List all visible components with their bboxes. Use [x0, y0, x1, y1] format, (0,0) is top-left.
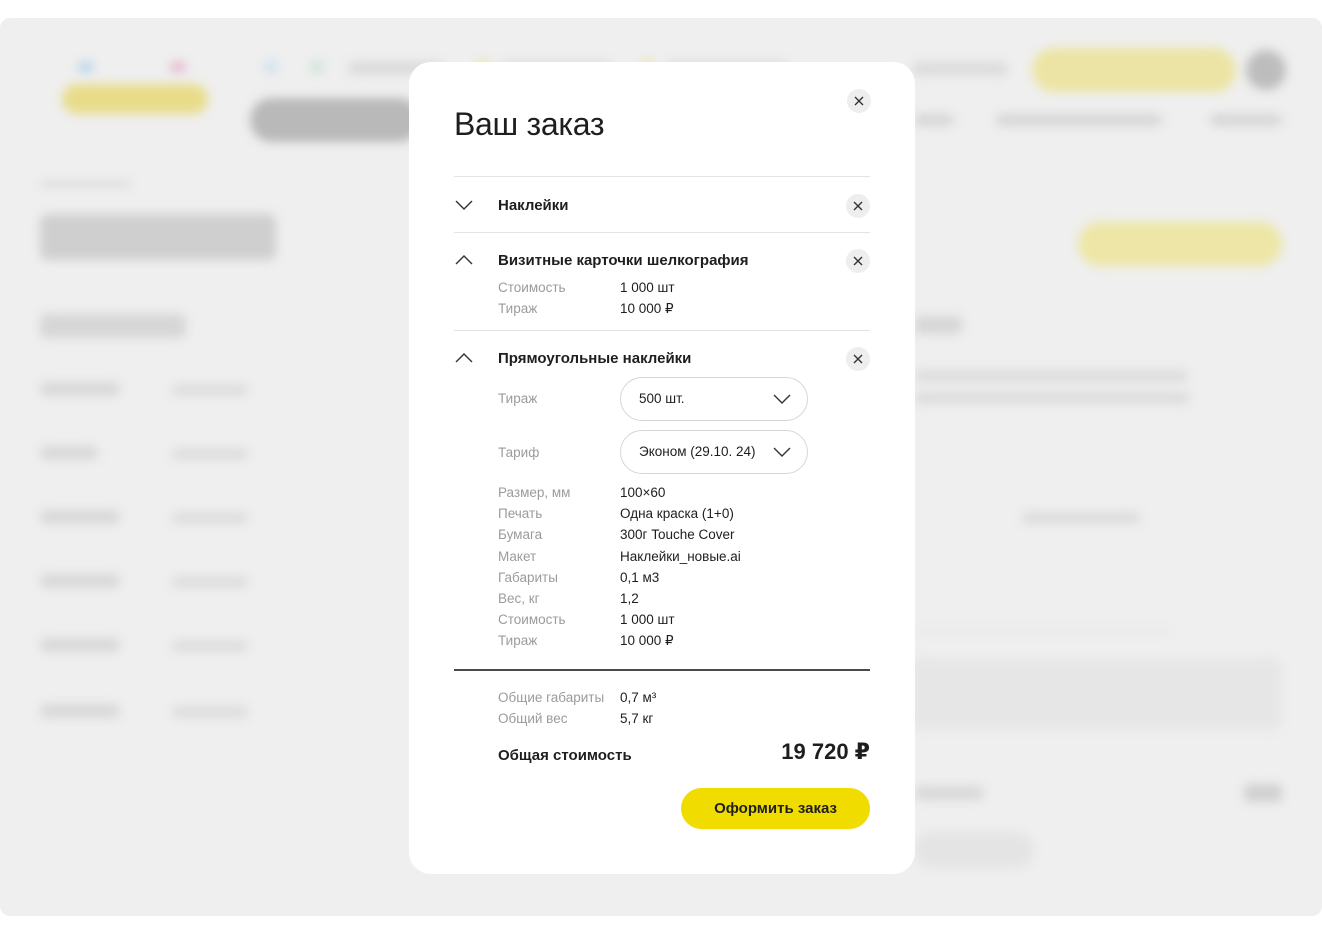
header-cta [1032, 48, 1236, 92]
modal-close-button[interactable] [847, 89, 871, 113]
detail-label: Макет [498, 549, 537, 564]
detail-label: Стоимость [498, 612, 566, 627]
nav-dot [310, 60, 324, 74]
login-link [912, 62, 1008, 76]
detail-label: Вес, кг [498, 591, 540, 606]
param-value [172, 576, 248, 588]
detail-value: 300г Touche Cover [620, 527, 735, 542]
section-title: Наклейки [498, 197, 569, 214]
sub-nav-link [914, 114, 954, 126]
page-title [40, 214, 276, 260]
side-heading [914, 316, 962, 334]
summary-label: Общий вес [498, 711, 568, 726]
param-label [40, 704, 120, 718]
summary-divider [454, 669, 870, 671]
close-icon [854, 96, 864, 106]
detail-value: 10 000 ₽ [620, 633, 674, 648]
total-label: Общая стоимость [498, 747, 632, 764]
side-button [914, 832, 1034, 868]
tariff-select-value: Эконом (29.10. 24) [639, 444, 756, 459]
tariff-select-label: Тариф [498, 445, 540, 460]
divider [454, 232, 870, 233]
detail-label: Стоимость [498, 280, 566, 295]
total-price: 19 720 ₽ [781, 739, 870, 764]
close-icon [853, 354, 863, 364]
section-title: Прямоугольные наклейки [498, 350, 692, 367]
detail-label: Размер, мм [498, 485, 571, 500]
param-label [40, 638, 120, 652]
chevron-down-icon[interactable] [454, 197, 474, 213]
avatar [1246, 50, 1286, 90]
order-section-business-cards: Визитные карточки шелкография [454, 249, 870, 273]
detail-value: 1 000 шт [620, 280, 675, 295]
detail-label: Тираж [498, 633, 538, 648]
detail-value: Одна краска (1+0) [620, 506, 734, 521]
tariff-select[interactable]: Эконом (29.10. 24) [620, 430, 808, 474]
side-divider [914, 630, 1170, 632]
search-field [250, 98, 420, 142]
detail-value: 0,1 м3 [620, 570, 660, 585]
detail-value: 1,2 [620, 591, 639, 606]
sub-nav-link [996, 114, 1162, 126]
logo-icon [70, 62, 190, 76]
remove-section-button[interactable] [846, 347, 870, 371]
close-icon [853, 201, 863, 211]
detail-label: Бумага [498, 527, 543, 542]
nav-dot [264, 60, 278, 74]
chevron-up-icon[interactable] [454, 252, 474, 268]
chevron-up-icon[interactable] [454, 350, 474, 366]
side-text [914, 370, 1188, 382]
detail-label: Габариты [498, 570, 558, 585]
summary-label: Общие габариты [498, 690, 605, 705]
run-select-label: Тираж [498, 391, 538, 406]
detail-value: 10 000 ₽ [620, 301, 674, 316]
section-heading [40, 314, 186, 338]
run-select[interactable]: 500 шт. [620, 377, 808, 421]
sub-nav-link [1210, 114, 1282, 126]
section-title: Визитные карточки шелкография [498, 252, 749, 269]
detail-label: Тираж [498, 301, 538, 316]
summary-value: 0,7 м³ [620, 690, 657, 705]
chevron-down-icon [773, 447, 791, 457]
param-value [172, 640, 248, 652]
param-value [172, 384, 248, 396]
side-text [1022, 512, 1140, 524]
detail-label: Печать [498, 506, 543, 521]
chevron-down-icon [773, 394, 791, 404]
param-label [40, 510, 120, 524]
param-value [172, 448, 248, 460]
divider [454, 330, 870, 331]
side-label [914, 786, 984, 800]
detail-value: 100×60 [620, 485, 666, 500]
close-icon [853, 256, 863, 266]
place-order-button[interactable]: Оформить заказ [681, 788, 870, 829]
param-value [172, 706, 248, 718]
logo [62, 84, 208, 114]
divider [454, 176, 870, 177]
remove-section-button[interactable] [846, 249, 870, 273]
side-info-box [910, 658, 1282, 730]
detail-value: 1 000 шт [620, 612, 675, 627]
param-value [172, 512, 248, 524]
remove-section-button[interactable] [846, 194, 870, 218]
side-text [914, 392, 1190, 404]
page-action-button [1078, 222, 1282, 266]
summary-value: 5,7 кг [620, 711, 654, 726]
detail-value: Наклейки_новые.ai [620, 549, 741, 564]
param-label [40, 446, 98, 460]
side-price [1244, 784, 1282, 802]
breadcrumb [40, 180, 130, 188]
param-label [40, 574, 120, 588]
modal-title: Ваш заказ [454, 106, 605, 142]
order-section-rect-stickers: Прямоугольные наклейки [454, 347, 870, 371]
order-section-stickers: Наклейки [454, 194, 870, 218]
run-select-value: 500 шт. [639, 391, 685, 406]
param-label [40, 382, 120, 396]
order-modal: Ваш заказ Наклейки Визитные карточки шел… [409, 62, 915, 874]
